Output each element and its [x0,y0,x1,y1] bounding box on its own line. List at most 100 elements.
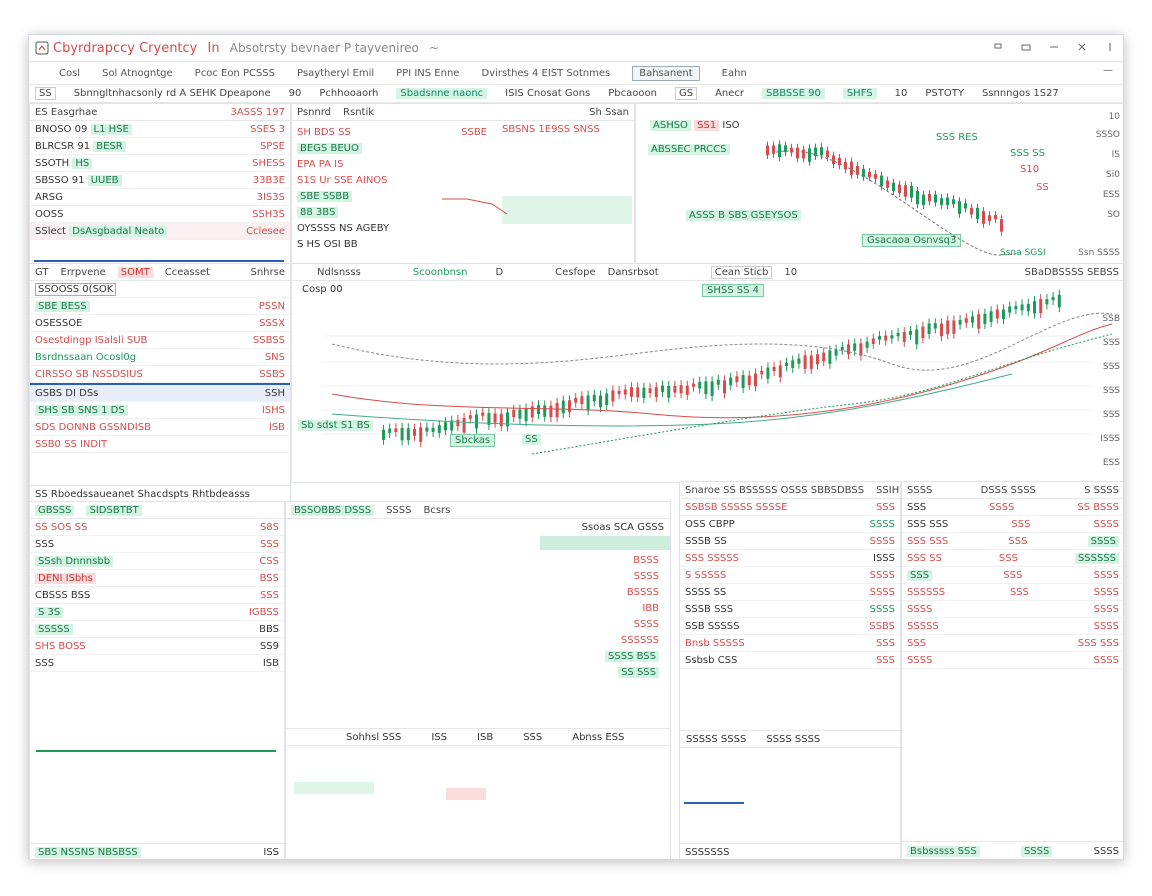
left-mid-row[interactable]: Osestdingp ISalsli SUB SSBSS [30,332,290,349]
lower-left-row[interactable]: SSS SSS [30,536,284,553]
toolbar-item[interactable]: SHFS [842,87,877,99]
main-chart-chip[interactable]: Sbckas [450,434,496,447]
lower-right-a-row[interactable]: SSS SSSSS ISSS [680,550,900,567]
lower-right-a-sub[interactable]: SSSSS SSSS [686,734,746,745]
left-mid-tab[interactable]: SOMT [117,266,153,278]
lower-right-b-tab[interactable]: DSSS SSSS [981,485,1036,496]
toolbar-item[interactable]: ISIS Cnosat Gons [505,88,590,99]
lower-center-row[interactable]: SS SSS [514,664,664,680]
toolbar-item[interactable]: SBBSSE 90 [762,87,825,99]
lower-right-a-row[interactable]: Ssbsb CSS SSS [680,652,900,669]
lower-right-b-row[interactable]: SSSSSS SSS SSSS [902,584,1123,601]
lower-right-a-row[interactable]: SSB SSSSS SSBS [680,618,900,635]
toolbar-item[interactable]: Sbadsnne naonc [396,87,488,99]
menu-item[interactable]: Psaytheryl Emil [297,68,374,79]
lower-right-b-row[interactable]: SSS SSS SSS SSSS [902,533,1123,550]
lower-right-b-row[interactable]: SSSSS SSSS [902,618,1123,635]
menu-item[interactable]: PPI INS Enne [396,68,459,79]
menu-item[interactable]: Dvirsthes 4 EIST Sotnmes [481,68,610,79]
lower-right-b-row[interactable]: SSSS SSSS [902,601,1123,618]
lower-center-row[interactable]: SSSSSS [514,632,664,648]
toolbar-item[interactable]: Anecr [715,88,744,99]
lower-center-sub[interactable]: ISS [431,732,447,743]
left-mid-row[interactable]: CIRSSO SB NSSDSIUS SSBS [30,366,290,383]
toolbar-item[interactable]: SS [35,86,56,100]
lower-center-sub[interactable]: Abnss ESS [572,732,624,743]
main-chart-chip[interactable]: Sb sdst S1 BS [298,420,373,431]
close-icon[interactable] [1075,40,1089,54]
lower-right-b-row[interactable]: SSS SSS SSSS [902,567,1123,584]
left-mid-tab[interactable]: GT [35,267,49,278]
lower-left-row[interactable]: SSSSS BBS [30,621,284,638]
toolbar-item[interactable]: Pchhooaorh [319,88,378,99]
lower-right-a-row[interactable]: SSSB SSS SSSS [680,601,900,618]
left-mid-tab[interactable]: Snhrse [251,267,286,278]
lower-center-sub[interactable]: Sohhsl SSS [346,732,401,743]
left-mid-row[interactable]: SDS DONNB GSSNDISB ISB [30,419,290,436]
lower-right-b-row[interactable]: SSSS SSSS [902,652,1123,669]
lower-left-row[interactable]: CBSSS BSS SSS [30,587,284,604]
lower-right-a-row[interactable]: SSSB SS SSSS [680,533,900,550]
toolbar-item[interactable]: PSTOTY [925,88,964,99]
lower-center-row[interactable]: SSSS [514,616,664,632]
lower-right-a-row[interactable]: OSS CBPP SSSS [680,516,900,533]
toolbar-item[interactable]: Sbnngltnhacsonly rd A SEHK Dpeapone [74,88,271,99]
lower-left-row[interactable]: SHS BOSS SS9 [30,638,284,655]
lower-right-a-tab[interactable]: SSIH [876,485,899,496]
lower-center-row[interactable]: SSSS BSS [514,648,664,664]
lower-center-sub[interactable]: ISB [477,732,493,743]
minimize-icon[interactable] [1019,40,1033,54]
lower-right-b-row[interactable]: SSS SS SSS SSSSSS [902,550,1123,567]
toolbar-item[interactable]: Pbcaooon [608,88,657,99]
left-mid-row[interactable]: Bsrdnssaan Ocosl0g SNS [30,349,290,366]
watchlist-row[interactable]: SBSSO 91 UUEB 33B3E [30,172,290,189]
lower-left-tab[interactable]: SIDSBTBT [86,504,142,516]
menu-item-active[interactable]: Bahsanent [632,65,700,81]
watchlist-row[interactable]: SSlect DsAsgbadal Neato Cclesee [30,223,290,240]
left-mid-row[interactable]: SHS SB SNS 1 DS ISHS [30,402,290,419]
lower-center-tab[interactable]: Bcsrs [423,505,450,516]
watchlist-row[interactable]: ARSG 3IS3S [30,189,290,206]
lower-left-row[interactable]: SS SOS SS S8S [30,519,284,536]
lower-left-row[interactable]: SSS ISB [30,655,284,672]
lower-right-b-row[interactable]: SSS SSS SSS [902,635,1123,652]
toolbar-item[interactable]: GS [674,86,698,100]
lower-center-sub[interactable]: SSS [523,732,542,743]
left-mid-tab[interactable]: Cceasset [165,267,210,278]
lower-left-tab[interactable]: GBSSS [35,504,75,516]
watchlist-row[interactable]: OOSS SSH3S [30,206,290,223]
main-chart-chip[interactable]: SS [522,434,541,445]
lower-left-row[interactable]: S 3S IGBSS [30,604,284,621]
watchlist-row[interactable]: BLRCSR 91 BESR SPSE [30,138,290,155]
lower-center-row[interactable]: BSSS [514,552,664,568]
lower-right-a-row[interactable]: SSSS SS SSSS [680,584,900,601]
menu-end[interactable]: — [1103,65,1113,76]
watchlist-row[interactable]: SSOTH HS SHESS [30,155,290,172]
left-mid-row[interactable]: SSB0 SS INDIT [30,436,290,453]
left-mid-row[interactable]: OSESSOE SSSX [30,315,290,332]
extra-icon[interactable] [1103,40,1117,54]
lower-right-a-sub[interactable]: SSSS SSSS [766,734,820,745]
watchlist-row[interactable]: BNOSO 09 L1 HSE SSES 3 [30,121,290,138]
lower-center-row[interactable]: IBB [514,600,664,616]
lower-right-a-tab[interactable]: Snaroe SS BSSSSS OSSS SBBSDBSS [685,485,864,496]
pin-icon[interactable] [991,40,1005,54]
lower-right-a-row[interactable]: SSBSB SSSSS SSSSE SSS [680,499,900,516]
left-mid-row-selected[interactable]: GSBS DI DSs SSH [30,383,290,402]
toolbar-item[interactable]: 10 [895,88,908,99]
lower-left-row[interactable]: DENI ISbhs BSS [30,570,284,587]
menu-item[interactable]: Pcoc Eon PCSSS [195,68,275,79]
left-mid-tab[interactable]: Errpvene [61,267,106,278]
lower-right-b-row[interactable]: SSS SSSS SS BSSS [902,499,1123,516]
toolbar-item[interactable]: Ssnnngos 1S27 [982,88,1059,99]
left-mid-row[interactable]: SBE BESS PSSN [30,298,290,315]
restore-icon[interactable] [1047,40,1061,54]
menu-item[interactable]: Eahn [722,68,747,79]
lower-center-row[interactable]: SSSS [514,568,664,584]
lower-center-row[interactable]: BSSSS [514,584,664,600]
menu-item[interactable]: Cosl [59,68,80,79]
lower-right-b-tab[interactable]: S SSSS [1084,485,1119,496]
lower-center-tab[interactable]: BSSOBBS DSSS [291,504,375,516]
lower-center-tab[interactable]: SSSS [386,505,411,516]
lower-right-a-row[interactable]: Bnsb SSSSS SSS [680,635,900,652]
